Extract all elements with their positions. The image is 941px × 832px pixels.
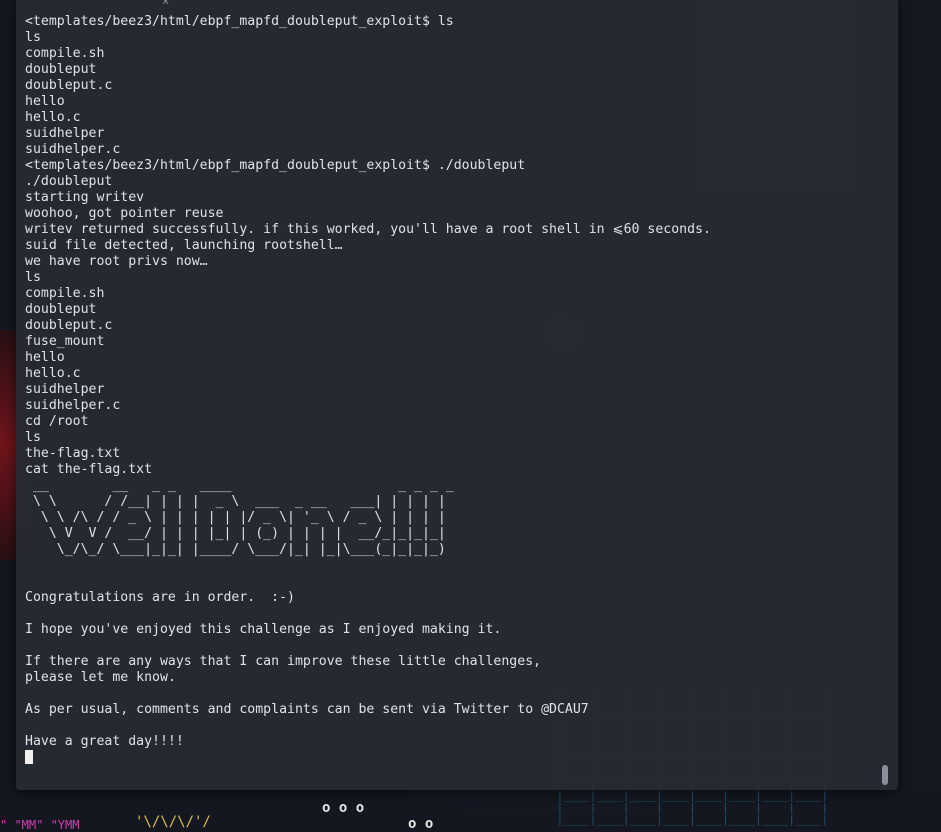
terminal-line: suid file detected, launching rootshell… [25,238,343,253]
terminal-window[interactable]: × <templates/beez3/html/ebpf_mapfd_doubl… [16,0,898,790]
terminal-line: <templates/beez3/html/ebpf_mapfd_doublep… [25,158,526,173]
wallpaper-pink-text: " "MM" "YMM [0,818,80,832]
terminal-line: woohoo, got pointer reuse [25,206,224,221]
terminal-line: Have a great day!!!! [25,734,184,749]
terminal-line: As per usual, comments and complaints ca… [25,702,589,717]
terminal-line: doubleput.c [25,78,113,93]
terminal-line: suidhelper.c [25,398,121,413]
terminal-line: I hope you've enjoyed this challenge as … [25,622,502,637]
wallpaper-dots-upper: o o o [322,800,365,816]
close-icon[interactable]: × [162,0,169,8]
terminal-line: suidhelper [25,126,105,141]
cursor-block-icon [25,750,33,764]
terminal-line: fuse_mount [25,334,105,349]
terminal-line: \ \ / /__| | | | _ \ ___ _ __ ___| | | |… [25,494,446,509]
terminal-prompt-line[interactable] [25,750,898,766]
terminal-line: compile.sh [25,286,105,301]
terminal-line: hello [25,350,65,365]
terminal-line: hello [25,94,65,109]
terminal-line: ls [25,430,41,445]
terminal-line: <templates/beez3/html/ebpf_mapfd_doublep… [25,14,454,29]
terminal-line: ./doubleput [25,174,113,189]
terminal-line: ls [25,30,41,45]
terminal-line: \ \ /\ / / _ \ | | | | | |/ _ \| '_ \ / … [25,510,446,525]
terminal-line: \ V V / __/ | | | |_| | (_) | | | | __/_… [25,526,446,541]
terminal-line: suidhelper [25,382,105,397]
terminal-line: compile.sh [25,46,105,61]
terminal-line: doubleput.c [25,318,113,333]
terminal-line: we have root privs now… [25,254,208,269]
wallpaper-yellow-squiggle: '\/\/\/'/ [135,814,211,830]
terminal-line: \_/\_/ \___|_|_| |____/ \___/|_| |_|\___… [25,542,446,557]
terminal-line: __ __ _ _ ____ _ _ _ _ [25,478,462,493]
wallpaper-side-stripe [898,0,941,790]
terminal-line: doubleput [25,62,97,77]
terminal-line: writev returned successfully. if this wo… [25,222,711,237]
terminal-line: If there are any ways that I can improve… [25,654,542,669]
terminal-line: doubleput [25,302,97,317]
terminal-line: the-flag.txt [25,446,121,461]
terminal-line: hello.c [25,366,81,381]
wallpaper-dots-lower: o o [408,816,434,832]
scrollbar-thumb[interactable] [882,765,888,785]
terminal-line: cd /root [25,414,89,429]
terminal-line: hello.c [25,110,81,125]
terminal-line: suidhelper.c [25,142,121,157]
terminal-line: ls [25,270,41,285]
terminal-output[interactable]: <templates/beez3/html/ebpf_mapfd_doublep… [16,0,898,766]
desktop-background: :::::::::::::::::::::::::::: :::::::::::… [0,0,941,832]
terminal-line: please let me know. [25,670,176,685]
terminal-line: starting writev [25,190,145,205]
terminal-line: cat the-flag.txt [25,462,153,477]
terminal-line: Congratulations are in order. :-) [25,590,295,605]
